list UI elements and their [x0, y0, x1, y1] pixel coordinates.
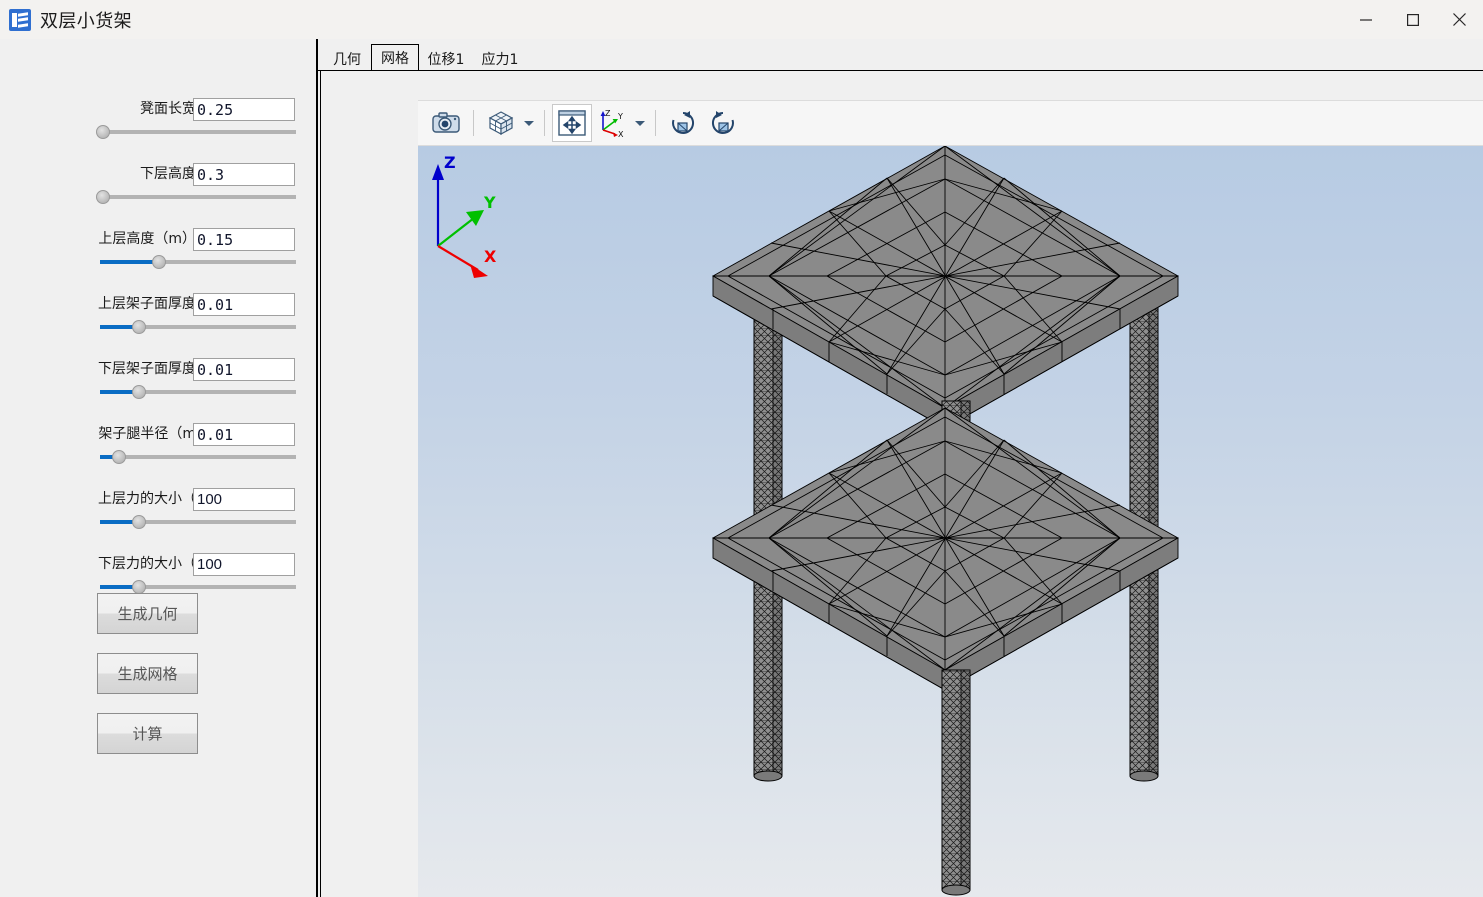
compute-button[interactable]: 计算 — [97, 713, 198, 754]
generate-geometry-button[interactable]: 生成几何 — [97, 593, 198, 634]
fit-screen-icon[interactable] — [552, 104, 592, 142]
leg-front-center — [941, 669, 971, 896]
viewer-toolbar: Z Y X — [418, 100, 1483, 146]
view-cube-icon[interactable] — [481, 104, 521, 142]
tab-geometry[interactable]: 几何 — [323, 46, 371, 71]
param-label: 上层高度（m） — [98, 231, 196, 247]
title-bar: 双层小货架 — [0, 0, 1483, 39]
maximize-icon[interactable] — [1389, 0, 1436, 39]
param-label: 架子腿半径（m — [98, 426, 196, 442]
param-label: 下层力的大小（ — [98, 556, 196, 572]
param-input[interactable] — [193, 228, 295, 251]
generate-mesh-button[interactable]: 生成网格 — [97, 653, 198, 694]
slider-knob[interactable] — [132, 580, 146, 594]
param-input[interactable] — [193, 358, 295, 381]
close-icon[interactable] — [1436, 0, 1483, 39]
slider-knob[interactable] — [96, 190, 110, 204]
param-slider[interactable] — [96, 189, 296, 205]
param-slider[interactable] — [100, 319, 296, 335]
svg-text:Y: Y — [617, 112, 623, 121]
axis-triad-indicator: Z Y X — [432, 153, 497, 278]
slider-knob[interactable] — [132, 385, 146, 399]
toolbar-separator — [544, 110, 545, 136]
toolbar-separator — [655, 110, 656, 136]
param-label: 上层架子面厚度 — [98, 296, 196, 312]
model-viewer: Z Y X Z Y X — [418, 100, 1483, 897]
slider-track — [100, 195, 296, 199]
tab-mesh[interactable]: 网格 — [371, 44, 419, 71]
slider-knob[interactable] — [132, 320, 146, 334]
slider-fill — [100, 260, 159, 264]
camera-icon[interactable] — [426, 104, 466, 142]
param-label: 下层架子面厚度 — [98, 361, 196, 377]
tab-bar: 几何 网格 位移1 应力1 — [318, 39, 1483, 71]
axis-label-z: Z — [444, 153, 456, 172]
param-input[interactable] — [193, 553, 295, 576]
window-title: 双层小货架 — [40, 10, 132, 32]
svg-text:X: X — [618, 130, 624, 138]
axis-label-x: X — [484, 247, 497, 266]
window-controls — [1342, 0, 1483, 39]
toolbar-separator — [473, 110, 474, 136]
rotate-ccw-icon[interactable] — [703, 104, 743, 142]
param-label: 下层高度 — [140, 166, 196, 182]
param-input[interactable] — [193, 98, 295, 121]
layers-icon — [9, 8, 31, 31]
slider-track — [100, 455, 296, 459]
param-input[interactable] — [193, 488, 295, 511]
param-input[interactable] — [193, 163, 295, 186]
slider-knob[interactable] — [96, 125, 110, 139]
chevron-down-icon[interactable] — [632, 104, 648, 142]
tab-displacement[interactable]: 位移1 — [419, 46, 473, 71]
rotate-cw-icon[interactable] — [663, 104, 703, 142]
param-label: 凳面长宽 — [140, 101, 196, 117]
axis-triad-icon[interactable]: Z Y X — [592, 104, 632, 142]
svg-text:Z: Z — [605, 109, 611, 118]
param-input[interactable] — [193, 293, 295, 316]
parameter-panel: 凳面长宽 下层高度 上层高度（m） 上层架子面厚度 — [0, 39, 318, 897]
3d-viewport[interactable]: Z Y X — [418, 146, 1483, 897]
slider-track — [100, 130, 296, 134]
axis-label-y: Y — [483, 193, 496, 212]
slider-knob[interactable] — [112, 450, 126, 464]
param-slider[interactable] — [96, 124, 296, 140]
param-slider[interactable] — [100, 514, 296, 530]
tab-stress[interactable]: 应力1 — [473, 46, 527, 71]
param-slider[interactable] — [100, 449, 296, 465]
shelf-top — [712, 146, 1179, 429]
param-slider[interactable] — [100, 384, 296, 400]
minimize-icon[interactable] — [1342, 0, 1389, 39]
param-label: 上层力的大小（ — [98, 491, 196, 507]
mesh-model: Z Y X — [432, 146, 1179, 896]
slider-knob[interactable] — [152, 255, 166, 269]
param-input[interactable] — [193, 423, 295, 446]
slider-knob[interactable] — [132, 515, 146, 529]
param-slider[interactable] — [100, 254, 296, 270]
shelf-bottom — [712, 407, 1179, 691]
chevron-down-icon[interactable] — [521, 104, 537, 142]
